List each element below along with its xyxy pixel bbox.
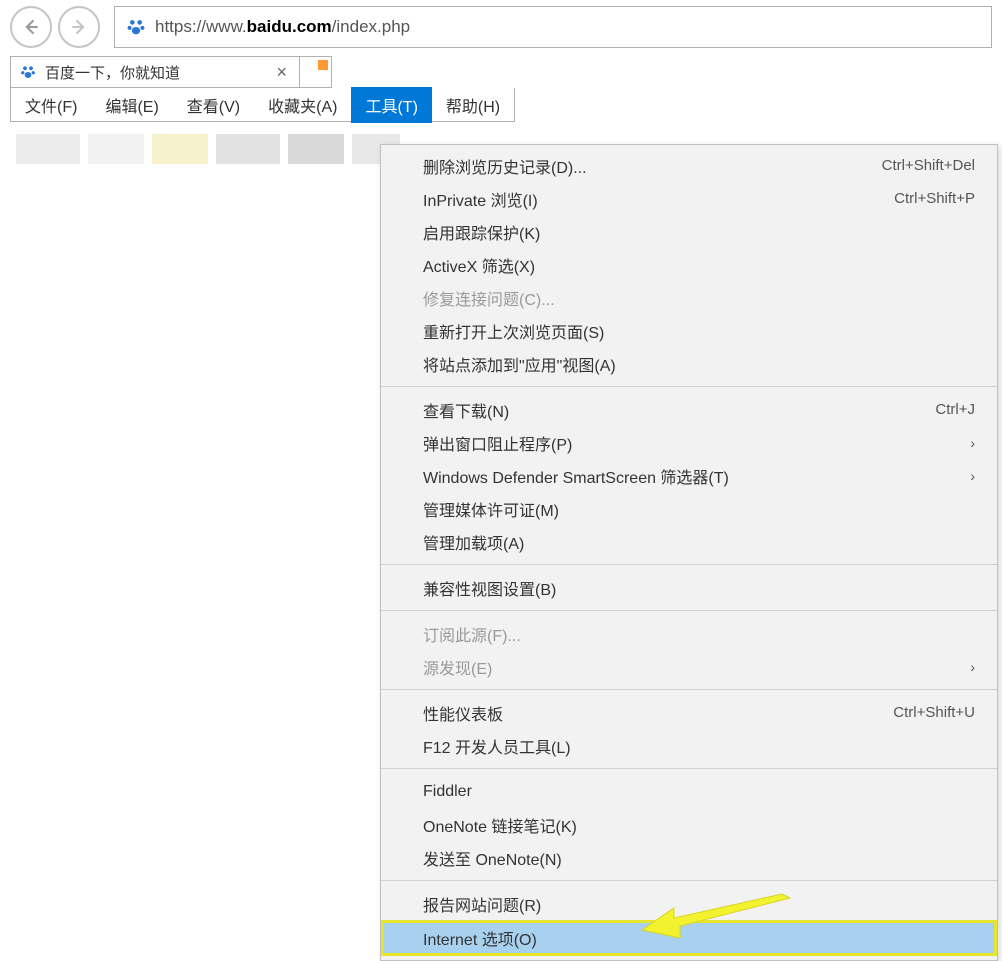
dropdown-item[interactable]: 性能仪表板Ctrl+Shift+U [381,696,997,729]
chevron-right-icon: › [970,468,975,484]
dropdown-item-label: Windows Defender SmartScreen 筛选器(T) [423,464,970,488]
placeholder-block [152,134,208,164]
dropdown-item-label: 弹出窗口阻止程序(P) [423,431,970,455]
dropdown-item-label: 查看下载(N) [423,398,935,422]
dropdown-item-label: 订阅此源(F)... [423,622,975,646]
dropdown-item-label: InPrivate 浏览(I) [423,187,894,211]
placeholder-block [88,134,144,164]
menu-separator [381,689,997,690]
dropdown-item[interactable]: F12 开发人员工具(L) [381,729,997,762]
dropdown-item-label: Internet 选项(O) [423,926,972,950]
back-button[interactable] [10,6,52,48]
dropdown-item-label: OneNote 链接笔记(K) [423,813,975,837]
dropdown-shortcut: Ctrl+Shift+Del [882,157,975,174]
menu-separator [381,564,997,565]
tab-bar: 百度一下，你就知道 × [10,56,1002,88]
dropdown-shortcut: Ctrl+Shift+P [894,190,975,207]
tab-close-button[interactable]: × [272,62,291,83]
menu-help[interactable]: 帮助(H) [432,87,514,123]
tab-paw-icon [19,63,37,81]
dropdown-item: 修复连接问题(C)... [381,281,997,314]
dropdown-item[interactable]: Fiddler [381,775,997,808]
dropdown-item[interactable]: 将站点添加到"应用"视图(A) [381,347,997,380]
site-paw-icon [125,16,147,38]
dropdown-item-label: 发送至 OneNote(N) [423,846,975,870]
browser-tab[interactable]: 百度一下，你就知道 × [10,56,300,88]
menu-separator [381,768,997,769]
dropdown-item-label: 兼容性视图设置(B) [423,576,975,600]
forward-button[interactable] [58,6,100,48]
dropdown-item-label: 报告网站问题(R) [423,892,975,916]
dropdown-item[interactable]: ActiveX 筛选(X) [381,248,997,281]
placeholder-block [216,134,280,164]
dropdown-item[interactable]: Internet 选项(O) [381,920,997,956]
dropdown-item-label: 源发现(E) [423,655,970,679]
chevron-right-icon: › [970,435,975,451]
dropdown-item[interactable]: 报告网站问题(R) [381,887,997,920]
dropdown-item-label: 管理媒体许可证(M) [423,497,975,521]
menu-separator [381,610,997,611]
dropdown-item[interactable]: 管理媒体许可证(M) [381,492,997,525]
dropdown-shortcut: Ctrl+Shift+U [893,704,975,721]
dropdown-item-label: ActiveX 筛选(X) [423,253,975,277]
placeholder-block [16,134,80,164]
menu-separator [381,386,997,387]
dropdown-item: 源发现(E)› [381,650,997,683]
nav-toolbar: https://www.baidu.com/index.php [0,0,1002,54]
dropdown-item[interactable]: OneNote 链接笔记(K) [381,808,997,841]
dropdown-item[interactable]: 查看下载(N)Ctrl+J [381,393,997,426]
placeholder-block [288,134,344,164]
dropdown-item[interactable]: 重新打开上次浏览页面(S) [381,314,997,347]
address-bar[interactable]: https://www.baidu.com/index.php [114,6,992,48]
menu-view[interactable]: 查看(V) [173,87,254,123]
dropdown-item-label: 性能仪表板 [423,701,893,725]
dropdown-item[interactable]: 发送至 OneNote(N) [381,841,997,874]
tools-dropdown: 删除浏览历史记录(D)...Ctrl+Shift+DelInPrivate 浏览… [380,144,998,961]
menu-file[interactable]: 文件(F) [11,87,91,123]
menu-edit[interactable]: 编辑(E) [91,87,172,123]
dropdown-item-label: 修复连接问题(C)... [423,286,975,310]
menu-separator [381,880,997,881]
dropdown-item-label: 重新打开上次浏览页面(S) [423,319,975,343]
dropdown-item[interactable]: Windows Defender SmartScreen 筛选器(T)› [381,459,997,492]
url-text: https://www.baidu.com/index.php [155,17,410,37]
menu-bar: 文件(F) 编辑(E) 查看(V) 收藏夹(A) 工具(T) 帮助(H) [10,88,515,122]
dropdown-item[interactable]: 删除浏览历史记录(D)...Ctrl+Shift+Del [381,149,997,182]
dropdown-item-label: 将站点添加到"应用"视图(A) [423,352,975,376]
new-tab-indicator-icon [318,60,328,70]
dropdown-item-label: 删除浏览历史记录(D)... [423,154,882,178]
dropdown-item: 订阅此源(F)... [381,617,997,650]
dropdown-item-label: F12 开发人员工具(L) [423,734,975,758]
new-tab-button[interactable] [300,56,332,88]
dropdown-item[interactable]: 兼容性视图设置(B) [381,571,997,604]
dropdown-item-label: 启用跟踪保护(K) [423,220,975,244]
dropdown-item[interactable]: InPrivate 浏览(I)Ctrl+Shift+P [381,182,997,215]
dropdown-item[interactable]: 弹出窗口阻止程序(P)› [381,426,997,459]
dropdown-item-label: 管理加载项(A) [423,530,975,554]
dropdown-shortcut: Ctrl+J [935,401,975,418]
menu-tools[interactable]: 工具(T) [351,87,431,123]
dropdown-item[interactable]: 启用跟踪保护(K) [381,215,997,248]
chevron-right-icon: › [970,659,975,675]
menu-favorites[interactable]: 收藏夹(A) [254,87,351,123]
tab-title: 百度一下，你就知道 [45,62,264,83]
dropdown-item-label: Fiddler [423,783,975,801]
dropdown-item[interactable]: 管理加载项(A) [381,525,997,558]
